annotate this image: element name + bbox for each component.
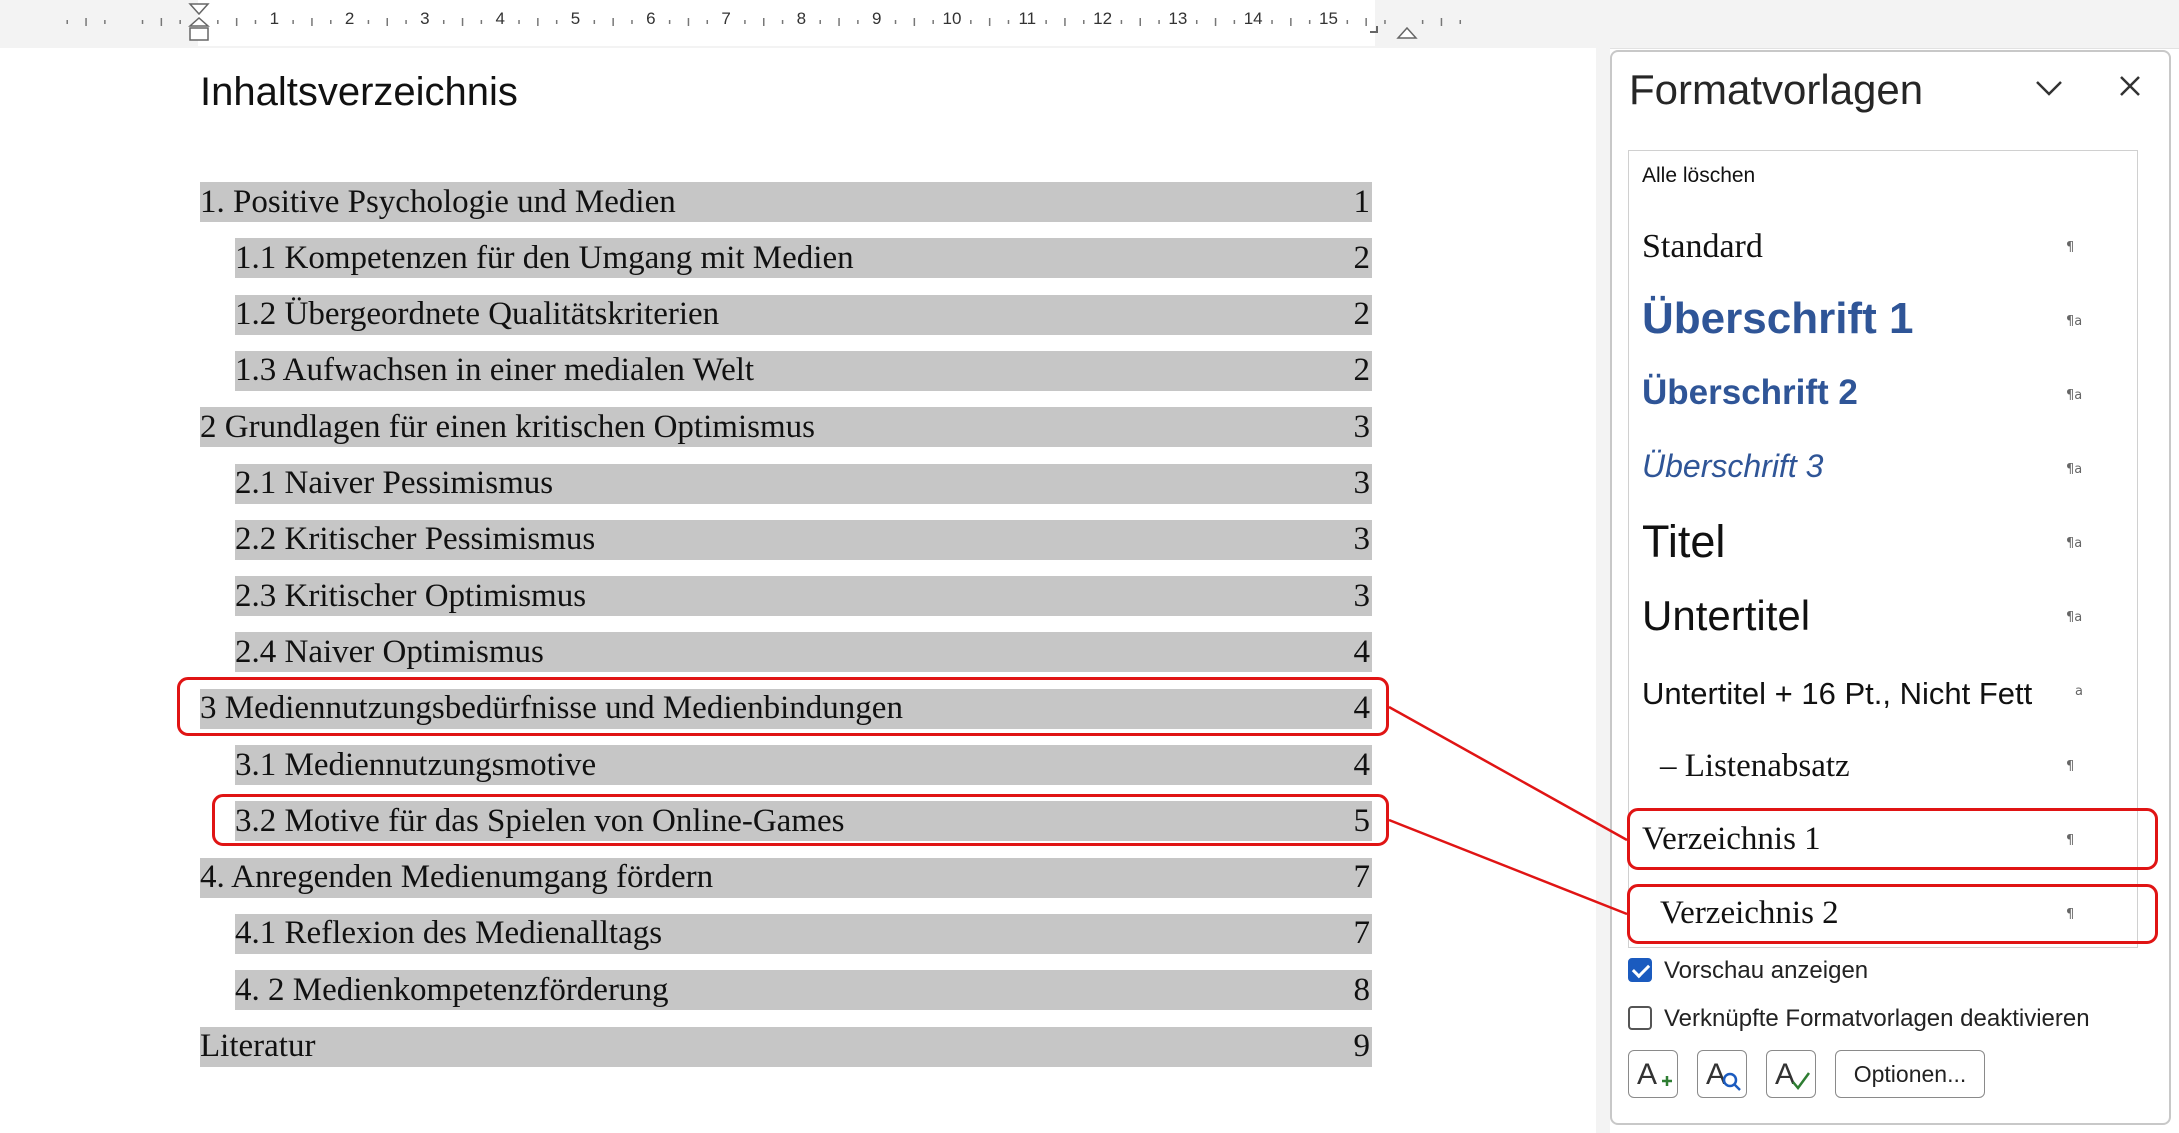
style-inspector-icon: A bbox=[1706, 1058, 1741, 1091]
disable-linked-styles-checkbox[interactable] bbox=[1628, 1006, 1652, 1030]
preview-checkbox[interactable] bbox=[1628, 958, 1652, 982]
style-inspector-button[interactable]: A bbox=[1697, 1050, 1747, 1098]
svg-text:A: A bbox=[1706, 1058, 1726, 1091]
disable-linked-styles-label: Verknüpfte Formatvorlagen deaktivieren bbox=[1664, 1005, 2090, 1032]
new-style-icon: A bbox=[1637, 1058, 1672, 1091]
manage-styles-button[interactable]: A bbox=[1766, 1050, 1816, 1098]
svg-text:A: A bbox=[1637, 1058, 1657, 1091]
new-style-button[interactable]: A bbox=[1628, 1050, 1678, 1098]
options-button[interactable]: Optionen... bbox=[1835, 1050, 1985, 1098]
preview-label: Vorschau anzeigen bbox=[1664, 957, 1869, 984]
svg-text:A: A bbox=[1775, 1058, 1795, 1091]
manage-styles-icon: A bbox=[1775, 1058, 1811, 1091]
